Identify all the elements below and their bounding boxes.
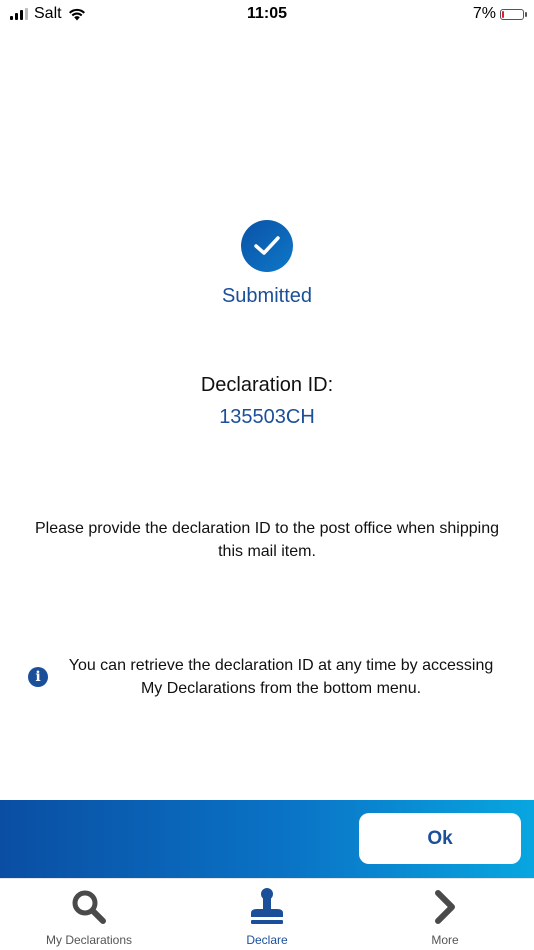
tab-more[interactable]: More (356, 879, 534, 950)
info-text: You can retrieve the declaration ID at a… (68, 657, 494, 697)
tab-label: My Declarations (45, 933, 133, 947)
tab-label: More (431, 933, 459, 947)
info-row: i You can retrieve the declaration ID at… (28, 654, 506, 700)
info-icon: i (28, 667, 48, 687)
action-bar: Ok (0, 800, 534, 878)
status-label: Submitted (221, 285, 313, 307)
tab-declare[interactable]: Declare (178, 879, 356, 950)
chevron-right-icon (430, 887, 460, 927)
status-right: 7% (472, 5, 527, 23)
wifi-icon (68, 8, 85, 20)
declaration-id-label: Declaration ID: (200, 374, 334, 396)
tab-label: Declare (246, 933, 288, 947)
battery-icon (500, 8, 527, 20)
bottom-tab-bar: My Declarations Declare More (0, 878, 534, 950)
battery-percent: 7% (472, 5, 496, 22)
stamp-icon (247, 887, 287, 927)
status-bar: Salt 11:05 7% (0, 0, 534, 28)
check-circle-icon (241, 220, 293, 272)
instruction-text: Please provide the declaration ID to the… (35, 520, 499, 560)
tab-my-declarations[interactable]: My Declarations (0, 879, 178, 950)
status-left: Salt (10, 5, 86, 23)
ok-button[interactable]: Ok (359, 813, 521, 864)
carrier-label: Salt (34, 5, 62, 22)
search-icon (70, 887, 108, 927)
declaration-id-value: 135503CH (219, 406, 315, 428)
signal-icon (10, 8, 28, 20)
